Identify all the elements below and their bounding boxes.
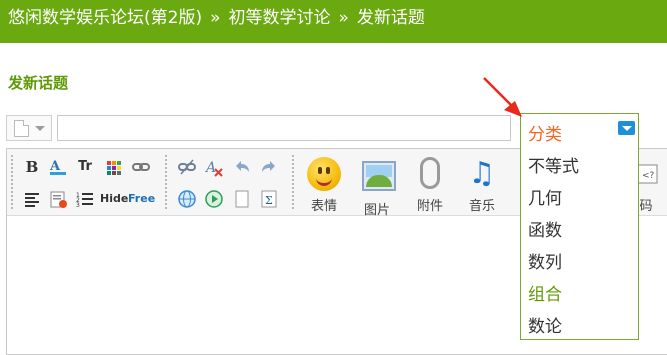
list-icon: 123 bbox=[76, 192, 93, 209]
svg-text:A: A bbox=[204, 160, 216, 176]
category-option[interactable]: 不等式 bbox=[528, 152, 579, 177]
format-icon bbox=[50, 191, 67, 208]
category-option[interactable]: 数论 bbox=[528, 312, 562, 337]
bold-button[interactable]: B bbox=[22, 157, 42, 177]
breadcrumb-current: 发新话题 bbox=[356, 8, 425, 28]
link-button[interactable] bbox=[131, 157, 151, 177]
format-button[interactable] bbox=[48, 189, 68, 209]
font-color-button[interactable]: A bbox=[48, 157, 68, 177]
globe-icon bbox=[178, 190, 196, 208]
page-button[interactable] bbox=[232, 189, 252, 209]
font-size-button[interactable]: Tr bbox=[75, 157, 95, 177]
hide-button[interactable]: Hide bbox=[100, 189, 128, 209]
category-option[interactable]: 函数 bbox=[528, 216, 562, 241]
unlink-icon bbox=[178, 159, 196, 175]
category-option[interactable]: 数列 bbox=[528, 248, 562, 273]
color-grid-button[interactable] bbox=[103, 157, 123, 177]
music-label: 音乐 bbox=[468, 199, 495, 214]
media-button[interactable] bbox=[204, 189, 224, 209]
page-icon bbox=[235, 190, 249, 208]
breadcrumb-board-link[interactable]: 初等数学讨论 bbox=[229, 8, 331, 28]
chevron-down-icon[interactable] bbox=[618, 121, 635, 135]
undo-icon bbox=[236, 161, 249, 172]
doc-icon bbox=[14, 120, 29, 137]
align-left-icon bbox=[25, 193, 39, 207]
smiley-button[interactable]: 表情 bbox=[304, 157, 344, 214]
svg-text:A: A bbox=[49, 159, 61, 174]
color-grid-icon bbox=[107, 161, 121, 175]
attach-button[interactable]: 附件 bbox=[410, 157, 450, 214]
breadcrumb-separator: » bbox=[338, 8, 349, 28]
music-button[interactable]: ♫ 音乐 bbox=[462, 156, 502, 215]
toolbar-grip bbox=[292, 155, 294, 211]
link-icon bbox=[132, 163, 150, 171]
smiley-label: 表情 bbox=[310, 199, 337, 214]
formula-button[interactable]: Σ bbox=[259, 189, 279, 209]
undo-button[interactable] bbox=[232, 157, 252, 177]
play-icon bbox=[205, 190, 223, 208]
font-color-icon: A bbox=[49, 159, 66, 175]
category-option[interactable]: 几何 bbox=[528, 184, 562, 209]
free-button[interactable]: Free bbox=[128, 189, 155, 209]
breadcrumb: 悠闲数学娱乐论坛(第2版) » 初等数学讨论 » 发新话题 bbox=[8, 0, 425, 43]
list-button[interactable]: 123 bbox=[75, 189, 95, 209]
paperclip-icon bbox=[413, 157, 447, 191]
toolbar-grip bbox=[11, 155, 13, 211]
page-title: 发新话题 bbox=[8, 74, 69, 92]
attach-label: 附件 bbox=[416, 199, 443, 214]
breadcrumb-separator: » bbox=[210, 8, 221, 28]
svg-text:3: 3 bbox=[76, 202, 80, 209]
sigma-icon: Σ bbox=[261, 190, 277, 208]
align-left-button[interactable] bbox=[22, 189, 42, 209]
post-type-button[interactable] bbox=[6, 115, 52, 141]
top-bar: 悠闲数学娱乐论坛(第2版) » 初等数学讨论 » 发新话题 bbox=[0, 0, 667, 43]
image-button[interactable]: 图片 bbox=[357, 157, 397, 218]
category-dropdown-header[interactable]: 分类 bbox=[528, 120, 562, 145]
chevron-down-icon bbox=[35, 126, 45, 131]
insert-table-button[interactable] bbox=[177, 189, 197, 209]
redo-icon bbox=[262, 161, 275, 172]
smiley-icon bbox=[307, 157, 341, 191]
unlink-button[interactable] bbox=[177, 157, 197, 177]
clear-format-icon: A bbox=[204, 160, 223, 177]
music-icon: ♫ bbox=[468, 156, 496, 191]
subject-input[interactable] bbox=[57, 115, 511, 141]
svg-text:Σ: Σ bbox=[265, 194, 273, 207]
clear-format-button[interactable]: A bbox=[204, 157, 224, 177]
svg-text:<?: <? bbox=[642, 171, 655, 181]
category-option-highlighted[interactable]: 组合 bbox=[528, 280, 562, 305]
picture-icon bbox=[360, 161, 396, 195]
redo-button[interactable] bbox=[259, 157, 279, 177]
toolbar-grip bbox=[165, 155, 167, 211]
category-dropdown[interactable]: 分类 不等式 几何 函数 数列 组合 数论 bbox=[520, 113, 639, 340]
breadcrumb-forum-link[interactable]: 悠闲数学娱乐论坛(第2版) bbox=[8, 8, 202, 28]
